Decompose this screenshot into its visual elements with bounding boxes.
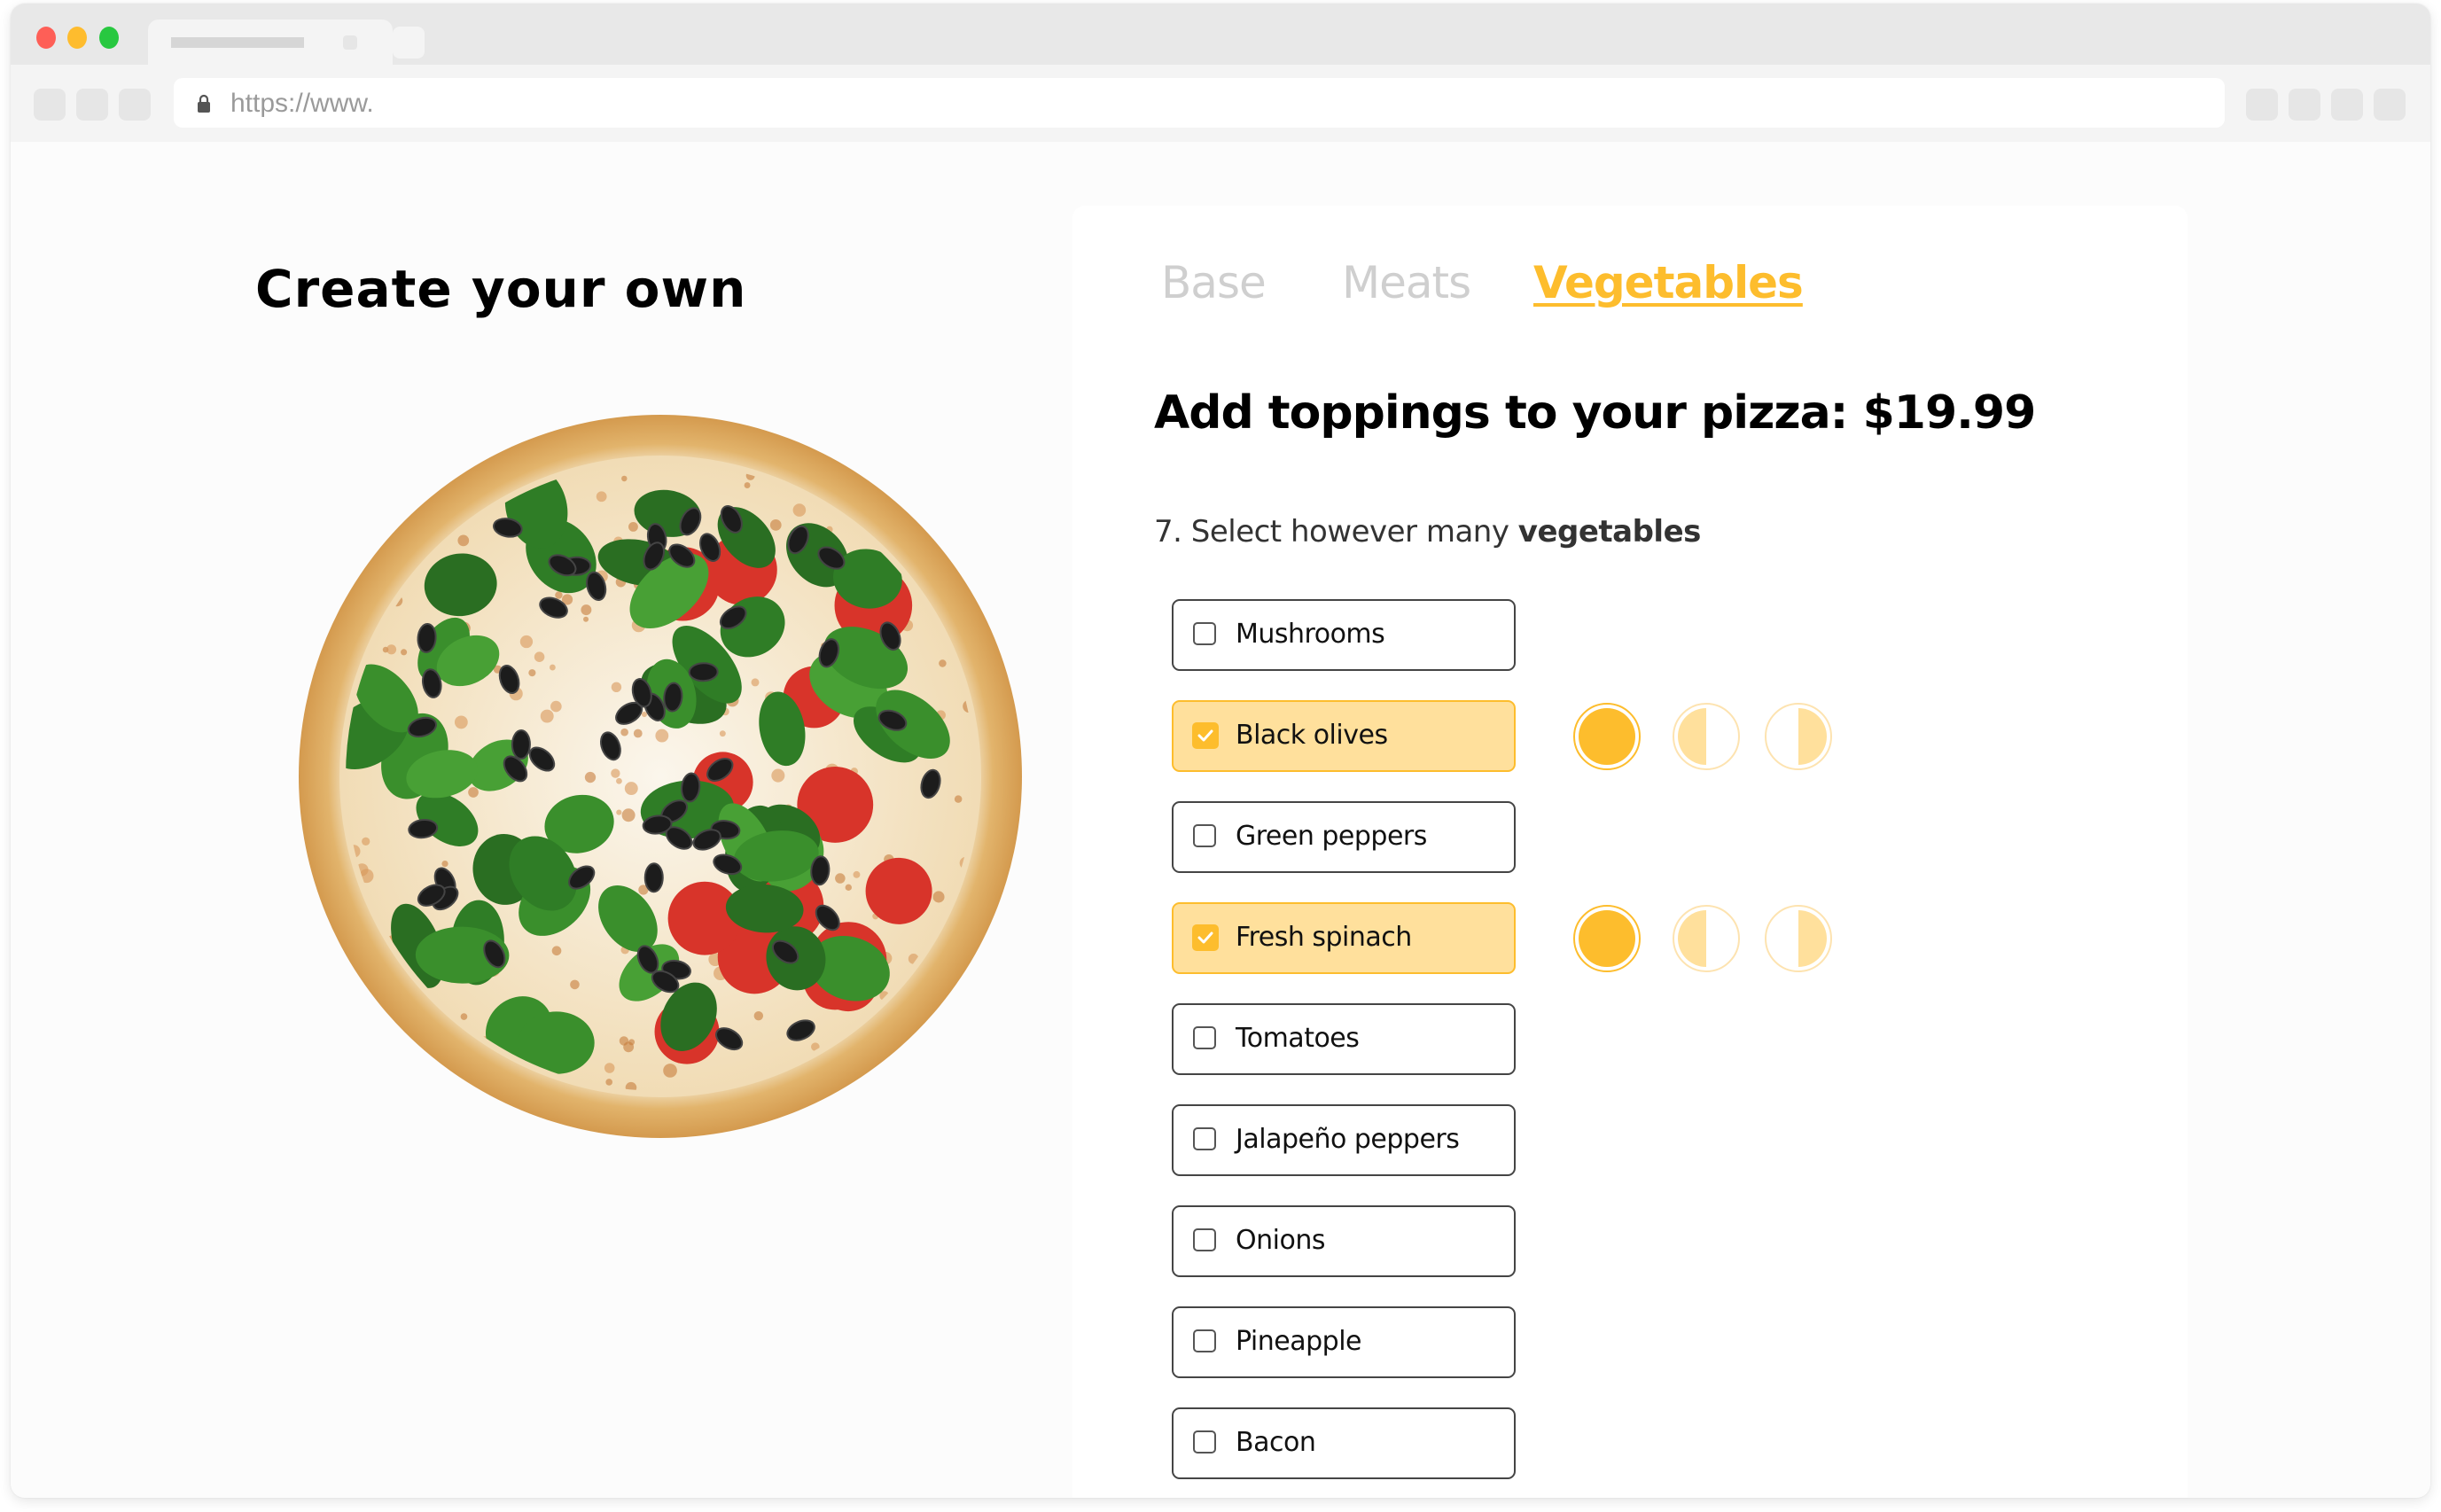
page-title: Create your own	[255, 259, 747, 319]
toolbar-button-1[interactable]	[2246, 89, 2278, 121]
checkbox-checked[interactable]	[1192, 924, 1219, 951]
topping-label: Fresh spinach	[1236, 922, 1412, 953]
maximize-window-button[interactable]	[99, 27, 119, 49]
close-window-button[interactable]	[36, 27, 56, 49]
black-olive	[643, 862, 664, 893]
toolbar-button-4[interactable]	[2374, 89, 2406, 121]
topping-option-black-olives[interactable]: Black olives	[1172, 700, 1516, 772]
portion-right-half-button[interactable]	[1764, 702, 1833, 771]
toolbar-button-3[interactable]	[2331, 89, 2363, 121]
toolbar-button-2[interactable]	[2289, 89, 2320, 121]
tab-close-icon[interactable]	[343, 35, 357, 50]
portion-whole-button[interactable]	[1572, 904, 1642, 973]
tab-base[interactable]: Base	[1161, 257, 1267, 308]
back-button[interactable]	[34, 89, 66, 121]
whole-portion-icon	[1579, 708, 1635, 765]
step-instruction: 7. Select however many vegetables	[1154, 514, 1701, 549]
topping-label: Mushrooms	[1236, 619, 1385, 650]
topping-label: Tomatoes	[1236, 1023, 1360, 1054]
pepperoni	[865, 857, 932, 924]
topping-option-fresh-spinach[interactable]: Fresh spinach	[1172, 902, 1516, 974]
topping-panel: Base Meats Vegetables Add toppings to yo…	[1072, 206, 2188, 1498]
topping-label: Green peppers	[1236, 821, 1427, 852]
checkbox[interactable]	[1193, 1228, 1216, 1251]
checkbox[interactable]	[1193, 824, 1216, 847]
browser-window: https://www. Create your own Base Meats …	[11, 4, 2430, 1498]
black-olive	[688, 662, 719, 682]
checkbox[interactable]	[1193, 1329, 1216, 1352]
portion-right-half-button[interactable]	[1764, 904, 1833, 973]
topping-option-bacon[interactable]: Bacon	[1172, 1407, 1516, 1479]
topping-label: Pineapple	[1236, 1326, 1362, 1357]
tab-vegetables[interactable]: Vegetables	[1533, 257, 1804, 308]
tab-meats[interactable]: Meats	[1342, 257, 1471, 308]
topping-option-tomatoes[interactable]: Tomatoes	[1172, 1003, 1516, 1075]
browser-toolbar: https://www.	[11, 65, 2430, 142]
tab-title-placeholder	[171, 37, 304, 48]
portion-left-half-button[interactable]	[1672, 904, 1741, 973]
topping-option-jalape-o-peppers[interactable]: Jalapeño peppers	[1172, 1104, 1516, 1176]
url-text[interactable]: https://www.	[230, 89, 374, 119]
address-bar[interactable]: https://www.	[174, 78, 2225, 128]
checkbox[interactable]	[1193, 1026, 1216, 1049]
topping-option-pineapple[interactable]: Pineapple	[1172, 1306, 1516, 1378]
browser-tab[interactable]	[148, 19, 393, 65]
portion-whole-button[interactable]	[1572, 702, 1642, 771]
topping-label: Black olives	[1236, 720, 1388, 751]
topping-label: Onions	[1236, 1225, 1325, 1256]
topping-label: Bacon	[1236, 1427, 1316, 1458]
topping-option-green-peppers[interactable]: Green peppers	[1172, 801, 1516, 873]
instruction-emphasis: vegetables	[1517, 514, 1702, 549]
checkmark-icon	[1197, 729, 1213, 742]
topping-option-mushrooms[interactable]: Mushrooms	[1172, 599, 1516, 671]
checkmark-icon	[1197, 931, 1213, 944]
lock-icon	[198, 94, 210, 113]
checkbox[interactable]	[1193, 1127, 1216, 1150]
price-heading: Add toppings to your pizza: $19.99	[1154, 386, 2036, 440]
black-olive	[511, 729, 531, 760]
checkbox[interactable]	[1193, 622, 1216, 645]
pizza-preview-image	[299, 415, 1022, 1138]
forward-button[interactable]	[76, 89, 108, 121]
portion-left-half-button[interactable]	[1672, 702, 1741, 771]
topping-option-onions[interactable]: Onions	[1172, 1205, 1516, 1277]
instruction-text: 7. Select however many	[1154, 514, 1518, 549]
checkbox[interactable]	[1193, 1430, 1216, 1454]
reload-button[interactable]	[119, 89, 151, 121]
minimize-window-button[interactable]	[67, 27, 87, 49]
new-tab-button[interactable]	[393, 27, 425, 58]
page-content: Create your own Base Meats Vegetables Ad…	[11, 142, 2430, 1498]
checkbox-checked[interactable]	[1192, 722, 1219, 749]
topping-label: Jalapeño peppers	[1236, 1124, 1460, 1155]
browser-tab-strip	[11, 4, 2430, 65]
whole-portion-icon	[1579, 910, 1635, 967]
